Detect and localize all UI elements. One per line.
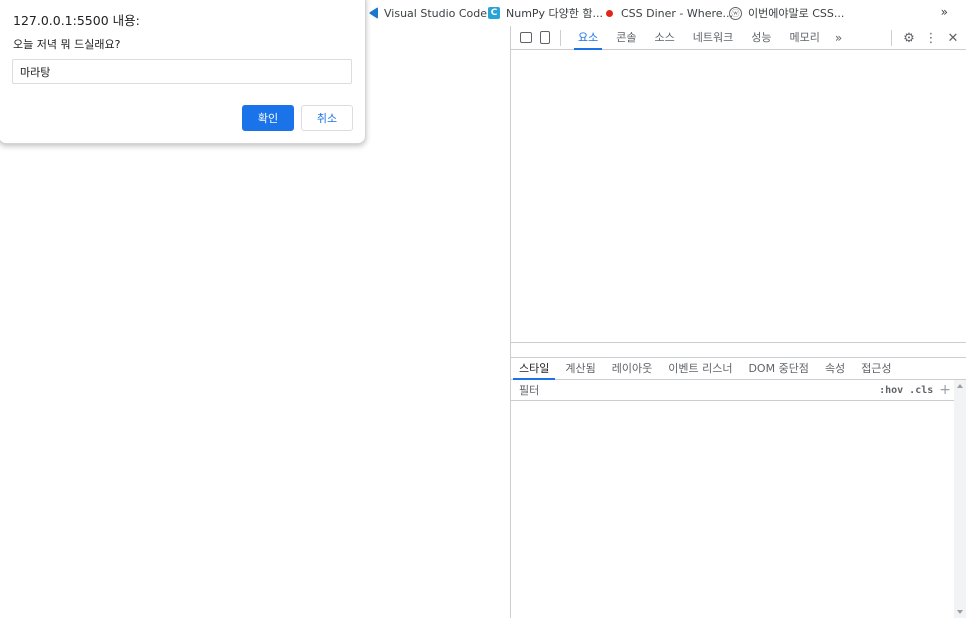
- styles-scrollbar[interactable]: [954, 380, 966, 618]
- bookmarks-overflow-button[interactable]: »: [941, 5, 948, 19]
- cls-toggle[interactable]: .cls: [909, 385, 933, 396]
- prompt-input[interactable]: [12, 59, 352, 84]
- bookmark-css-article[interactable]: ⓦ 이번에야말로 CSS...: [729, 4, 844, 22]
- bookmark-label: NumPy 다양한 함...: [506, 7, 604, 20]
- elements-tree-pane[interactable]: [511, 51, 966, 342]
- bookmark-css-diner[interactable]: CSS Diner - Where...: [603, 4, 733, 22]
- tab-layout[interactable]: 레이아웃: [604, 358, 660, 380]
- ok-button[interactable]: 확인: [242, 105, 294, 131]
- toolbar-right-actions: ⚙ ⋮ ✕: [891, 26, 966, 50]
- settings-icon[interactable]: ⚙: [900, 31, 918, 46]
- tab-accessibility[interactable]: 접근성: [853, 358, 899, 380]
- tab-network[interactable]: 네트워크: [684, 26, 742, 50]
- dialog-message: 오늘 저녁 뭐 드실래요?: [13, 38, 121, 51]
- new-style-rule-button[interactable]: +: [939, 382, 951, 398]
- prompt-dialog: 127.0.0.1:5500 내용: 오늘 저녁 뭐 드실래요? 확인 취소: [0, 0, 366, 144]
- cancel-button[interactable]: 취소: [301, 105, 353, 131]
- toolbar-divider: [560, 29, 561, 46]
- kebab-menu-icon[interactable]: ⋮: [922, 31, 940, 46]
- scroll-up-arrow-icon[interactable]: [957, 384, 963, 388]
- dialog-title: 127.0.0.1:5500 내용:: [13, 13, 140, 28]
- styles-tabbar: 스타일 계산됨 레이아웃 이벤트 리스너 DOM 중단점 속성 접근성: [511, 357, 966, 380]
- styles-filter-row: :hov .cls +: [511, 380, 955, 401]
- styles-filter-input[interactable]: [511, 383, 880, 397]
- github-icon: ⓦ: [729, 6, 742, 20]
- bookmark-label: CSS Diner - Where...: [621, 6, 734, 20]
- more-tabs-button[interactable]: »: [829, 31, 848, 45]
- tab-memory[interactable]: 메모리: [780, 26, 828, 50]
- pane-splitter[interactable]: [511, 342, 966, 343]
- devtools-panel: 요소 콘솔 소스 네트워크 성능 메모리 » ⚙ ⋮ ✕ 스타일 계산됨 레이아…: [510, 26, 966, 618]
- hov-toggle[interactable]: :hov: [879, 385, 903, 396]
- toolbar-divider: [891, 30, 892, 46]
- bookmark-label: Visual Studio Code...: [384, 6, 498, 20]
- close-icon[interactable]: ✕: [944, 31, 962, 46]
- tab-performance[interactable]: 성능: [742, 26, 780, 50]
- inspect-element-icon[interactable]: [520, 32, 532, 43]
- tab-properties[interactable]: 속성: [817, 358, 853, 380]
- scroll-down-arrow-icon[interactable]: [957, 610, 963, 614]
- tab-dom-breakpoints[interactable]: DOM 중단점: [740, 358, 816, 380]
- tab-console[interactable]: 콘솔: [607, 26, 645, 50]
- device-toolbar-icon[interactable]: [540, 31, 550, 44]
- bookmark-numpy[interactable]: C NumPy 다양한 함...: [488, 4, 603, 22]
- tab-styles[interactable]: 스타일: [511, 358, 557, 380]
- numpy-icon: C: [488, 7, 500, 19]
- bookmark-label: 이번에야말로 CSS...: [748, 7, 845, 20]
- tab-elements[interactable]: 요소: [569, 26, 607, 50]
- tab-sources[interactable]: 소스: [646, 26, 684, 50]
- css-diner-icon: [606, 9, 613, 17]
- devtools-toolbar: 요소 콘솔 소스 네트워크 성능 메모리 » ⚙ ⋮ ✕: [511, 26, 966, 50]
- tab-event-listeners[interactable]: 이벤트 리스너: [660, 358, 740, 380]
- tab-computed[interactable]: 계산됨: [557, 358, 603, 380]
- vscode-icon: [369, 7, 378, 19]
- bookmark-vscode[interactable]: Visual Studio Code...: [366, 4, 498, 22]
